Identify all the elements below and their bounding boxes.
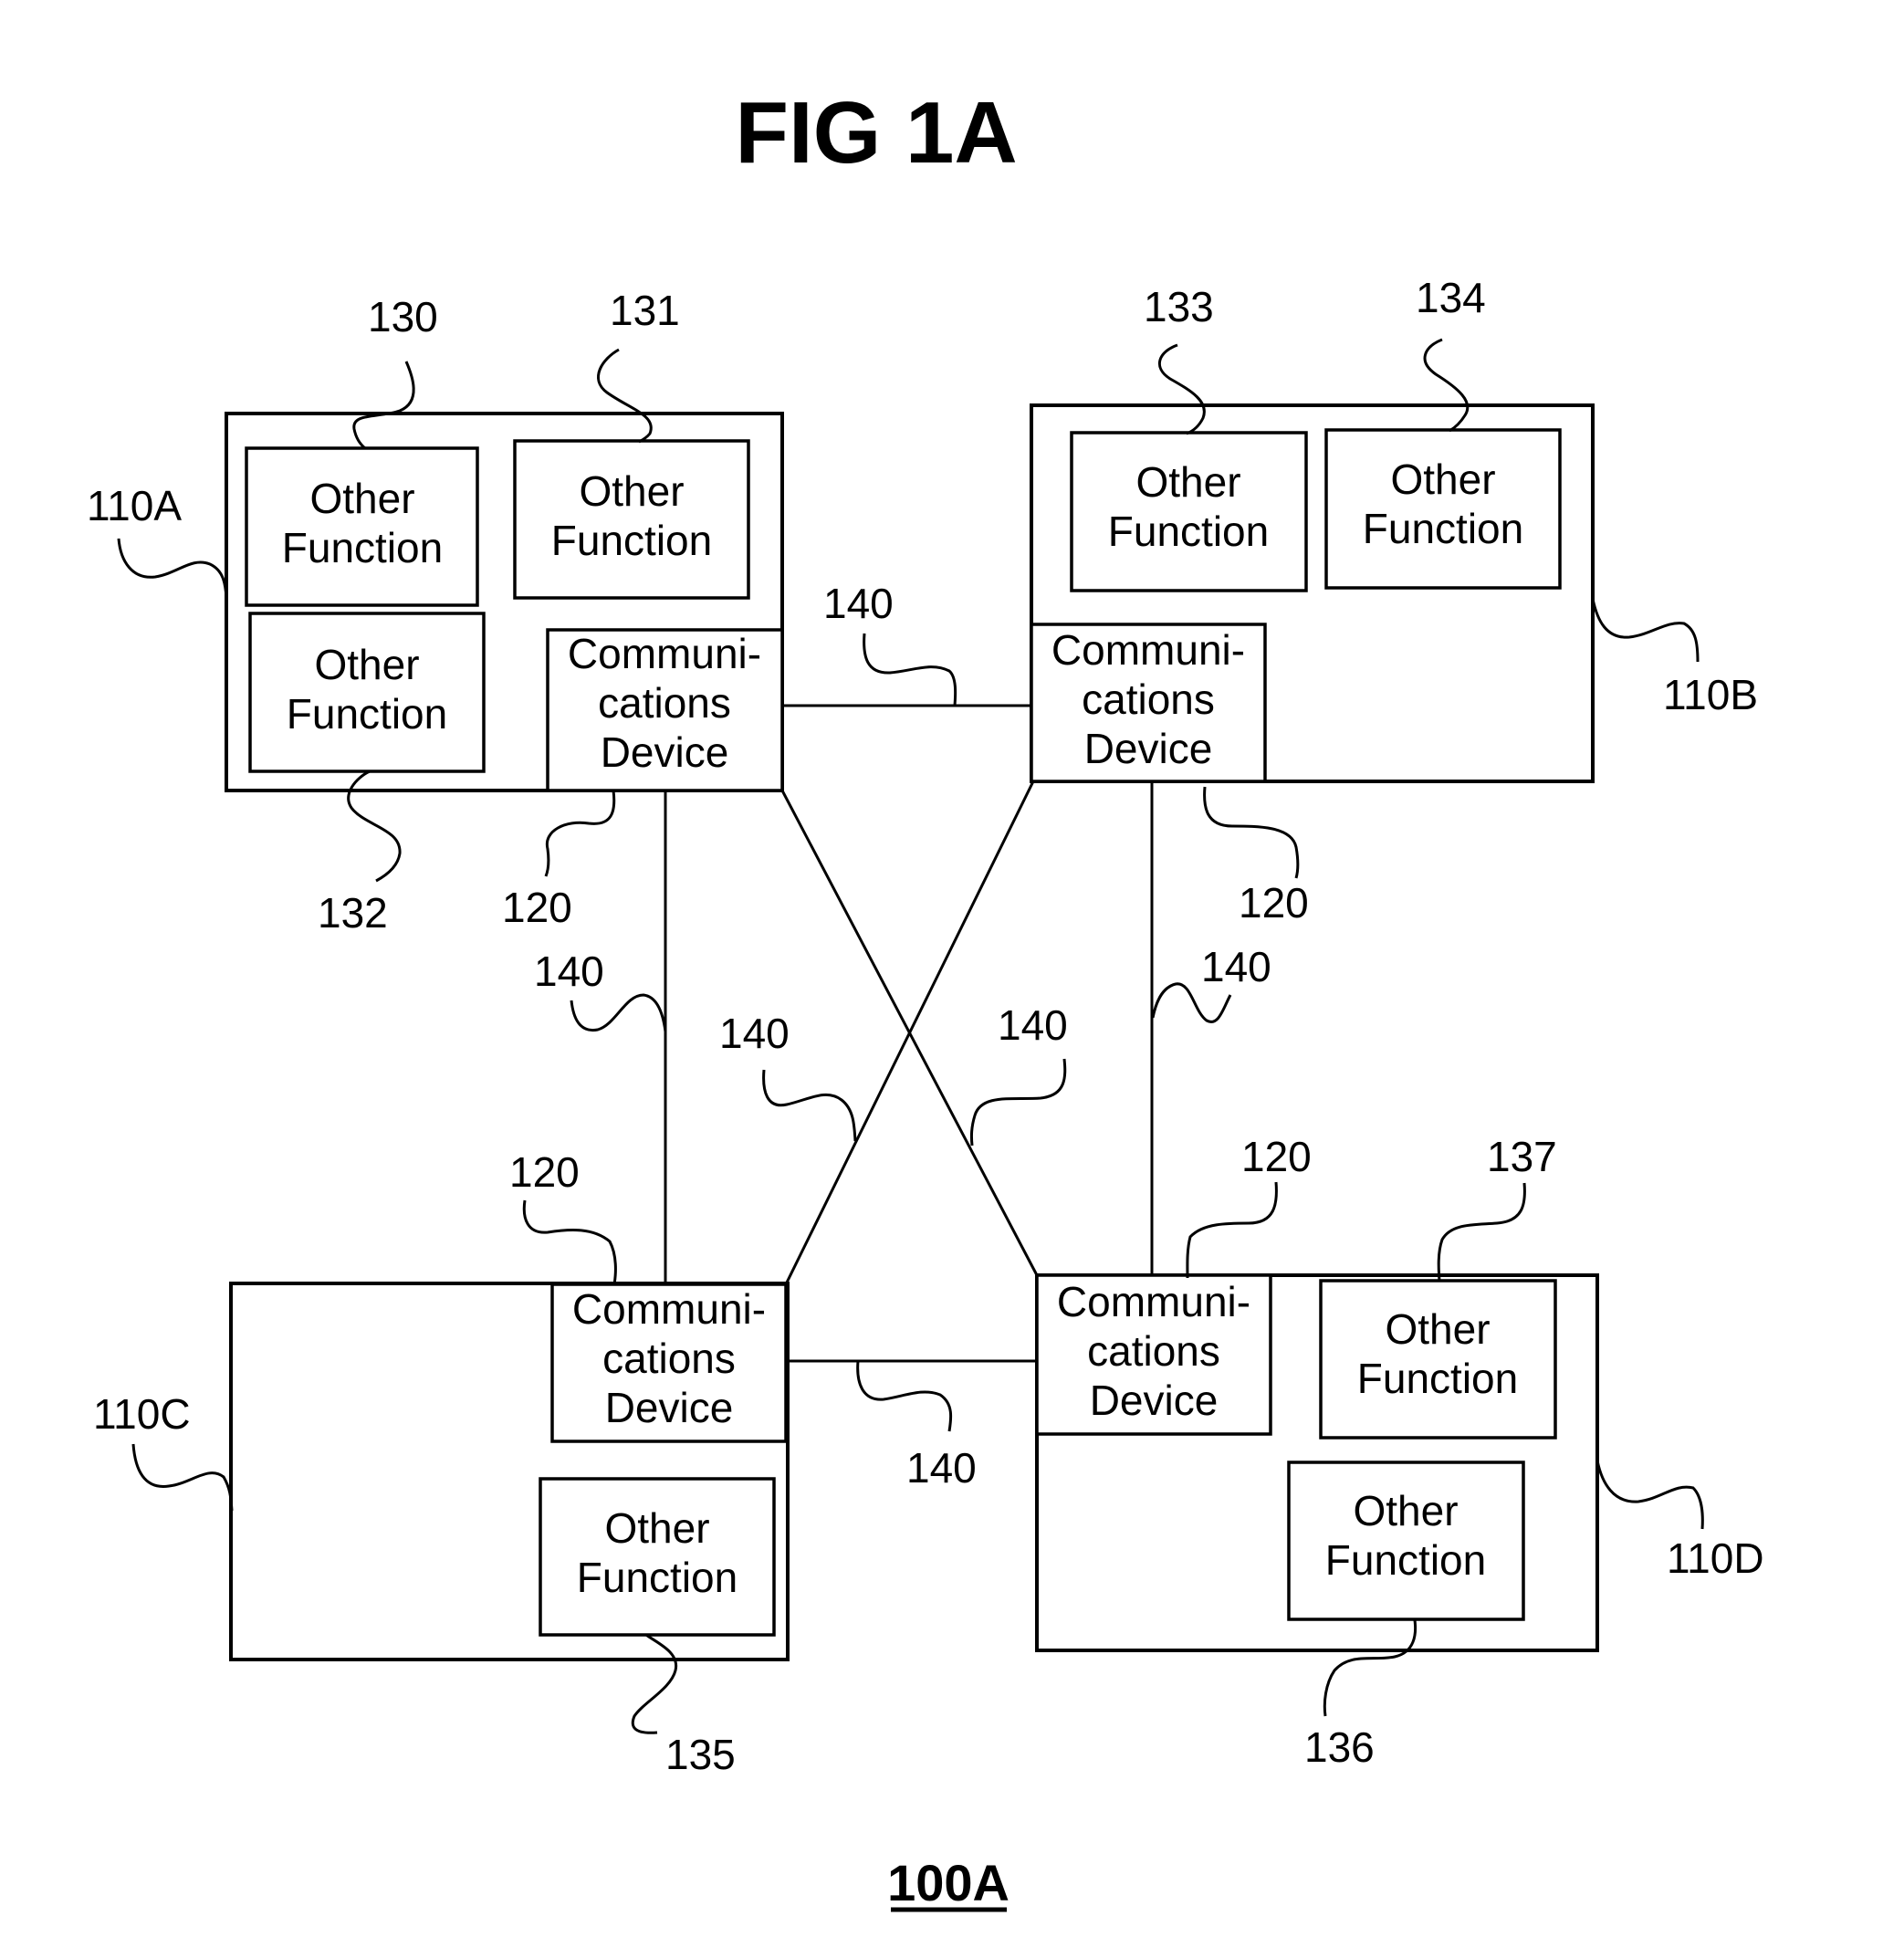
- node-110d: Communi- cations Device Other Function O…: [1035, 1273, 1599, 1652]
- ref-120b: 120: [1239, 879, 1309, 927]
- function-136-line2: Function: [1325, 1536, 1486, 1584]
- function-137: Other Function: [1319, 1279, 1557, 1440]
- comm-device-d: Communi- cations Device: [1035, 1273, 1272, 1436]
- function-132-line1: Other: [314, 641, 419, 688]
- ref-133: 133: [1144, 283, 1214, 330]
- ref-137: 137: [1487, 1133, 1557, 1180]
- leader-110d: [1595, 1460, 1704, 1530]
- function-132-line2: Function: [287, 690, 447, 738]
- function-131: Other Function: [513, 439, 750, 600]
- function-137-line1: Other: [1385, 1305, 1490, 1353]
- ref-120a-a: 120: [502, 884, 572, 931]
- function-134-line2: Function: [1363, 505, 1523, 552]
- ref-140-ab: 140: [823, 580, 894, 627]
- comm-d-line3: Device: [1090, 1377, 1219, 1424]
- figure-title: FIG 1A: [735, 84, 1017, 182]
- comm-b-line2: cations: [1082, 675, 1215, 723]
- function-135-line2: Function: [577, 1554, 738, 1601]
- function-130-line1: Other: [309, 475, 414, 522]
- node-110c: Communi- cations Device Other Function: [229, 1282, 790, 1661]
- function-133-line1: Other: [1135, 458, 1240, 506]
- function-131-line1: Other: [579, 467, 684, 515]
- leader-140-ad: [969, 1058, 1067, 1147]
- comm-b-line1: Communi-: [1051, 626, 1245, 674]
- ref-136: 136: [1304, 1723, 1375, 1771]
- node-110b: Other Function Other Function Communi- c…: [1030, 403, 1595, 783]
- leader-120a: [544, 790, 616, 877]
- function-137-line2: Function: [1357, 1355, 1518, 1402]
- leader-110b: [1591, 598, 1700, 663]
- function-131-line2: Function: [551, 517, 712, 564]
- comm-device-c: Communi- cations Device: [550, 1283, 788, 1443]
- leader-140-ab: [863, 633, 957, 707]
- ref-140-ad: 140: [998, 1001, 1068, 1049]
- ref-110c: 110C: [93, 1390, 191, 1438]
- ref-120d: 120: [1241, 1133, 1312, 1180]
- function-135-line1: Other: [604, 1504, 709, 1552]
- function-136: Other Function: [1287, 1461, 1525, 1621]
- ref-120c: 120: [509, 1148, 580, 1196]
- ref-110a: 110A: [87, 482, 182, 529]
- diagram-canvas: FIG 1A Other Function Other Function Oth…: [87, 84, 1764, 1912]
- comm-a-line3: Device: [601, 728, 729, 776]
- comm-device-a: Communi- cations Device: [546, 628, 784, 792]
- comm-b-line3: Device: [1084, 725, 1213, 772]
- leader-120b: [1203, 786, 1300, 879]
- function-134-line1: Other: [1390, 455, 1495, 503]
- figure-id: 100A: [887, 1854, 1010, 1911]
- comm-d-line1: Communi-: [1057, 1278, 1250, 1325]
- ref-140-bc: 140: [719, 1010, 790, 1057]
- function-133-line2: Function: [1108, 508, 1269, 555]
- leader-120d: [1186, 1181, 1278, 1279]
- comm-a-line1: Communi-: [568, 630, 761, 677]
- leader-110c: [131, 1443, 234, 1512]
- function-135: Other Function: [539, 1477, 776, 1637]
- comm-device-b: Communi- cations Device: [1030, 623, 1267, 783]
- function-130: Other Function: [245, 446, 479, 607]
- comm-d-line2: cations: [1087, 1327, 1220, 1375]
- function-132: Other Function: [248, 612, 486, 773]
- leader-110a: [117, 538, 228, 599]
- comm-c-line1: Communi-: [572, 1285, 766, 1333]
- ref-131: 131: [610, 287, 680, 334]
- ref-135: 135: [665, 1731, 736, 1778]
- ref-140-ac: 140: [534, 948, 604, 995]
- ref-134: 134: [1416, 274, 1486, 321]
- leader-140-cd: [856, 1360, 953, 1432]
- leader-140-ac: [570, 993, 667, 1032]
- function-133: Other Function: [1070, 431, 1308, 592]
- function-134: Other Function: [1324, 428, 1562, 590]
- leader-137: [1437, 1182, 1526, 1282]
- function-136-line1: Other: [1353, 1487, 1458, 1534]
- comm-c-line2: cations: [602, 1335, 736, 1382]
- comm-c-line3: Device: [605, 1384, 734, 1431]
- ref-140-bd: 140: [1201, 943, 1271, 990]
- link-b-c: [784, 780, 1035, 1285]
- node-110a: Other Function Other Function Other Func…: [225, 412, 784, 792]
- comm-a-line2: cations: [598, 679, 731, 727]
- ref-110b: 110B: [1663, 671, 1758, 718]
- ref-132: 132: [318, 889, 388, 937]
- leader-120c: [522, 1199, 617, 1285]
- leader-140-bc: [762, 1069, 857, 1142]
- function-130-line2: Function: [282, 524, 443, 571]
- ref-130: 130: [368, 293, 438, 340]
- ref-110d: 110D: [1667, 1534, 1764, 1582]
- ref-140-cd: 140: [906, 1444, 977, 1492]
